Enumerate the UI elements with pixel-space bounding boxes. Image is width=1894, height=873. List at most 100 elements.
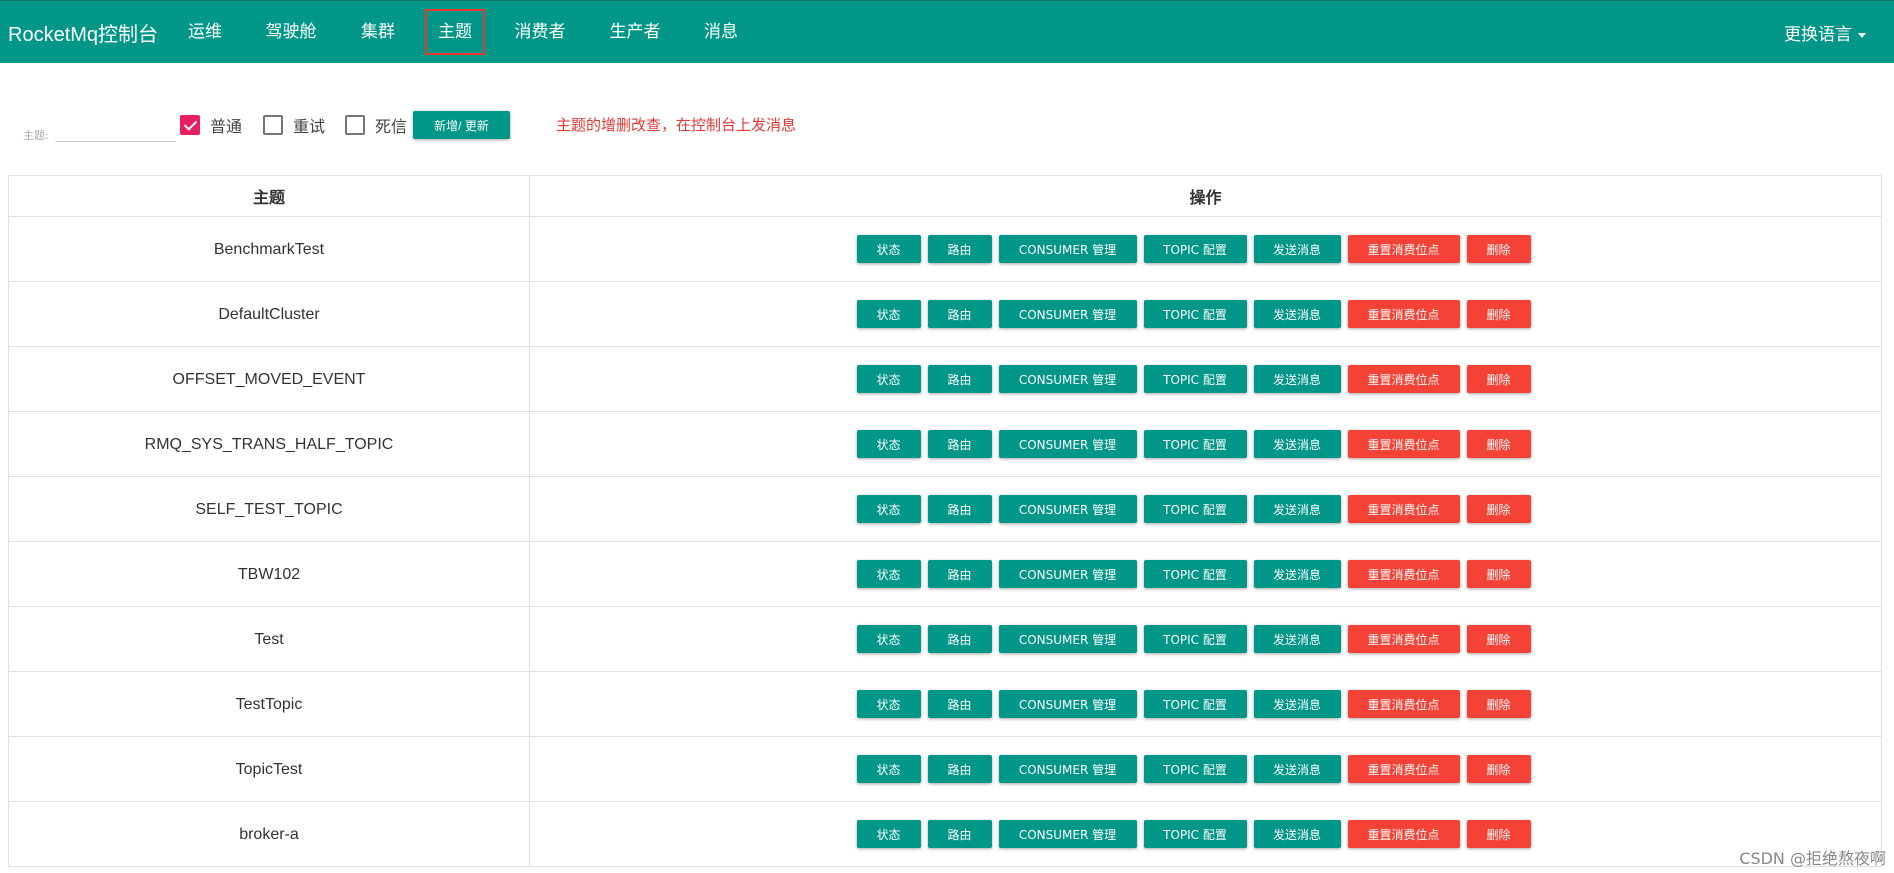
- topic-config-button[interactable]: TOPIC 配置: [1143, 820, 1247, 848]
- route-button[interactable]: 路由: [927, 495, 992, 523]
- topic-config-button[interactable]: TOPIC 配置: [1143, 300, 1247, 328]
- topic-config-button[interactable]: TOPIC 配置: [1143, 625, 1247, 653]
- send-message-button[interactable]: 发送消息: [1253, 690, 1341, 718]
- send-message-button[interactable]: 发送消息: [1253, 300, 1341, 328]
- topic-config-button[interactable]: TOPIC 配置: [1143, 430, 1247, 458]
- nav-producer[interactable]: 生产者: [603, 9, 667, 55]
- nav-cluster[interactable]: 集群: [354, 9, 402, 55]
- status-button[interactable]: 状态: [856, 560, 921, 588]
- caret-down-icon: [1858, 32, 1866, 38]
- route-button[interactable]: 路由: [927, 560, 992, 588]
- reset-offset-button[interactable]: 重置消费位点: [1347, 755, 1460, 783]
- send-message-button[interactable]: 发送消息: [1253, 365, 1341, 393]
- nav-ops[interactable]: 运维: [181, 9, 229, 55]
- status-button[interactable]: 状态: [856, 820, 921, 848]
- delete-button[interactable]: 删除: [1466, 300, 1531, 328]
- operation-button-group: 状态 路由 CONSUMER 管理 TOPIC 配置 发送消息 重置消费位点 删除: [530, 625, 1881, 653]
- retry-checkbox[interactable]: [263, 115, 283, 135]
- consumer-manage-button[interactable]: CONSUMER 管理: [998, 495, 1137, 523]
- language-dropdown[interactable]: 更换语言: [1784, 20, 1866, 45]
- delete-button[interactable]: 删除: [1466, 755, 1531, 783]
- consumer-manage-button[interactable]: CONSUMER 管理: [998, 365, 1137, 393]
- topic-name: SELF_TEST_TOPIC: [195, 501, 343, 518]
- consumer-manage-button[interactable]: CONSUMER 管理: [998, 560, 1137, 588]
- send-message-button[interactable]: 发送消息: [1253, 820, 1341, 848]
- topic-cell: RMQ_SYS_TRANS_HALF_TOPIC: [8, 411, 530, 477]
- operation-cell: 状态 路由 CONSUMER 管理 TOPIC 配置 发送消息 重置消费位点 删除: [529, 216, 1882, 282]
- consumer-manage-button[interactable]: CONSUMER 管理: [998, 820, 1137, 848]
- send-message-button[interactable]: 发送消息: [1253, 235, 1341, 263]
- normal-checkbox[interactable]: [180, 115, 200, 135]
- operation-cell: 状态 路由 CONSUMER 管理 TOPIC 配置 发送消息 重置消费位点 删除: [529, 411, 1882, 477]
- consumer-manage-button[interactable]: CONSUMER 管理: [998, 235, 1137, 263]
- reset-offset-button[interactable]: 重置消费位点: [1347, 560, 1460, 588]
- consumer-manage-button[interactable]: CONSUMER 管理: [998, 430, 1137, 458]
- topic-cell: TBW102: [8, 541, 530, 607]
- send-message-button[interactable]: 发送消息: [1253, 625, 1341, 653]
- topic-cell: DefaultCluster: [8, 281, 530, 347]
- send-message-button[interactable]: 发送消息: [1253, 755, 1341, 783]
- status-button[interactable]: 状态: [856, 235, 921, 263]
- route-button[interactable]: 路由: [927, 365, 992, 393]
- status-button[interactable]: 状态: [856, 495, 921, 523]
- nav-consumer[interactable]: 消费者: [508, 9, 572, 55]
- topic-config-button[interactable]: TOPIC 配置: [1143, 365, 1247, 393]
- delete-button[interactable]: 删除: [1466, 430, 1531, 458]
- reset-offset-button[interactable]: 重置消费位点: [1347, 820, 1460, 848]
- send-message-button[interactable]: 发送消息: [1253, 495, 1341, 523]
- status-button[interactable]: 状态: [856, 365, 921, 393]
- topic-config-button[interactable]: TOPIC 配置: [1143, 495, 1247, 523]
- reset-offset-button[interactable]: 重置消费位点: [1347, 235, 1460, 263]
- reset-offset-button[interactable]: 重置消费位点: [1347, 625, 1460, 653]
- topic-config-button[interactable]: TOPIC 配置: [1143, 560, 1247, 588]
- operation-cell: 状态 路由 CONSUMER 管理 TOPIC 配置 发送消息 重置消费位点 删除: [529, 606, 1882, 672]
- send-message-button[interactable]: 发送消息: [1253, 560, 1341, 588]
- delete-button[interactable]: 删除: [1466, 235, 1531, 263]
- operation-cell: 状态 路由 CONSUMER 管理 TOPIC 配置 发送消息 重置消费位点 删除: [529, 476, 1882, 542]
- status-button[interactable]: 状态: [856, 300, 921, 328]
- table-row: TopicTest 状态 路由 CONSUMER 管理 TOPIC 配置 发送消息 重置消费…: [8, 736, 1882, 802]
- operation-cell: 状态 路由 CONSUMER 管理 TOPIC 配置 发送消息 重置消费位点 删除: [529, 671, 1882, 737]
- annotation-note: 主题的增删改查，在控制台上发消息: [556, 116, 797, 134]
- route-button[interactable]: 路由: [927, 820, 992, 848]
- reset-offset-button[interactable]: 重置消费位点: [1347, 430, 1460, 458]
- send-message-button[interactable]: 发送消息: [1253, 430, 1341, 458]
- consumer-manage-button[interactable]: CONSUMER 管理: [998, 300, 1137, 328]
- reset-offset-button[interactable]: 重置消费位点: [1347, 300, 1460, 328]
- delete-button[interactable]: 删除: [1466, 495, 1531, 523]
- nav-dashboard[interactable]: 驾驶舱: [259, 9, 323, 55]
- dead-letter-checkbox[interactable]: [345, 115, 365, 135]
- delete-button[interactable]: 删除: [1466, 560, 1531, 588]
- reset-offset-button[interactable]: 重置消费位点: [1347, 365, 1460, 393]
- topic-config-button[interactable]: TOPIC 配置: [1143, 690, 1247, 718]
- route-button[interactable]: 路由: [927, 625, 992, 653]
- nav-topic[interactable]: 主题: [425, 9, 485, 55]
- consumer-manage-button[interactable]: CONSUMER 管理: [998, 690, 1137, 718]
- route-button[interactable]: 路由: [927, 690, 992, 718]
- status-button[interactable]: 状态: [856, 690, 921, 718]
- topic-column-header: 主题: [8, 175, 530, 217]
- table-row: TBW102 状态 路由 CONSUMER 管理 TOPIC 配置 发送消息 重置消费位点删…: [8, 541, 1882, 607]
- status-button[interactable]: 状态: [856, 625, 921, 653]
- topic-config-button[interactable]: TOPIC 配置: [1143, 235, 1247, 263]
- delete-button[interactable]: 删除: [1466, 690, 1531, 718]
- nav-message[interactable]: 消息: [697, 9, 745, 55]
- app-brand[interactable]: RocketMq控制台: [8, 18, 158, 47]
- topic-config-button[interactable]: TOPIC 配置: [1143, 755, 1247, 783]
- delete-button[interactable]: 删除: [1466, 365, 1531, 393]
- topic-cell: BenchmarkTest: [8, 216, 530, 282]
- delete-button[interactable]: 删除: [1466, 625, 1531, 653]
- consumer-manage-button[interactable]: CONSUMER 管理: [998, 755, 1137, 783]
- consumer-manage-button[interactable]: CONSUMER 管理: [998, 625, 1137, 653]
- status-button[interactable]: 状态: [856, 755, 921, 783]
- reset-offset-button[interactable]: 重置消费位点: [1347, 495, 1460, 523]
- topic-filter-input[interactable]: [55, 118, 176, 142]
- reset-offset-button[interactable]: 重置消费位点: [1347, 690, 1460, 718]
- delete-button[interactable]: 删除: [1466, 820, 1531, 848]
- status-button[interactable]: 状态: [856, 430, 921, 458]
- route-button[interactable]: 路由: [927, 430, 992, 458]
- add-update-button[interactable]: 新增/ 更新: [413, 111, 510, 139]
- route-button[interactable]: 路由: [927, 755, 992, 783]
- route-button[interactable]: 路由: [927, 300, 992, 328]
- route-button[interactable]: 路由: [927, 235, 992, 263]
